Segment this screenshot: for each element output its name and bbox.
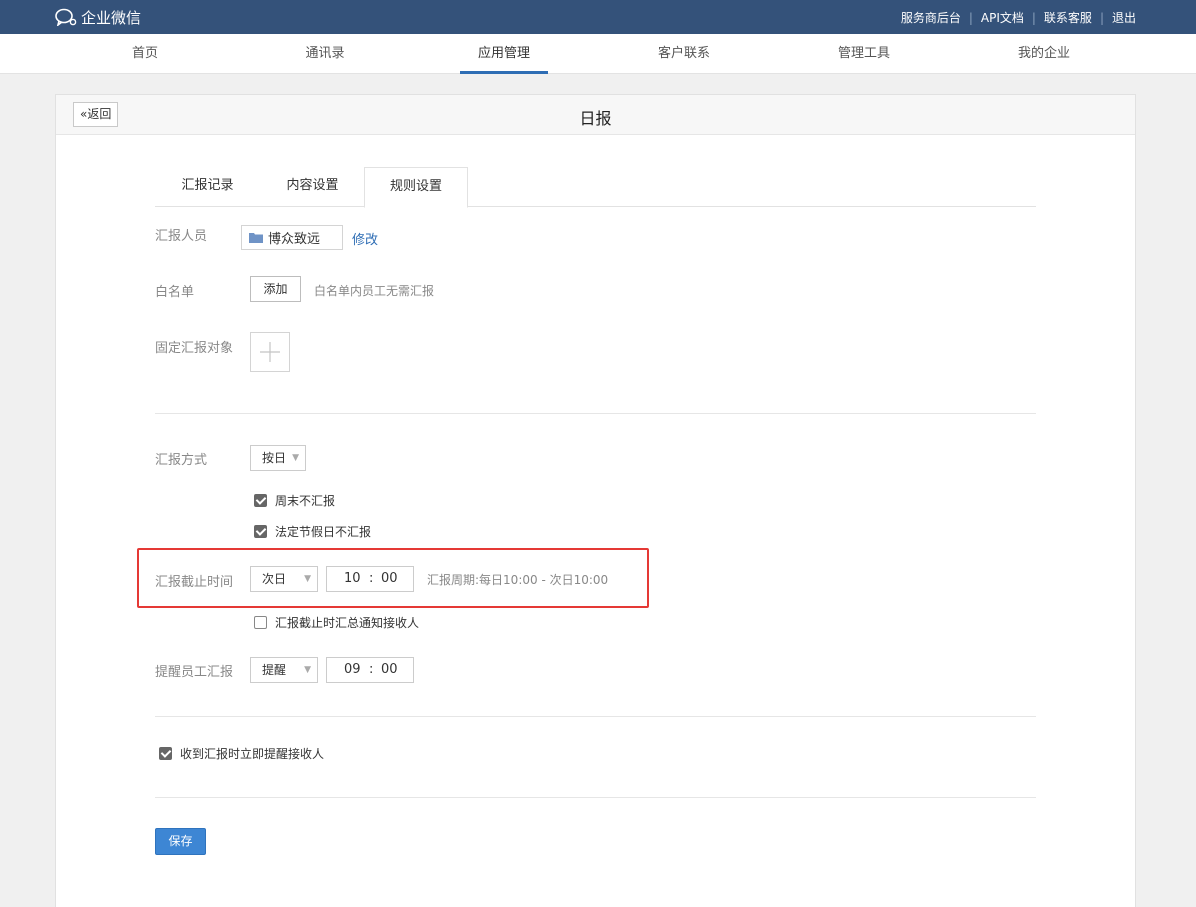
separator: | xyxy=(1099,10,1104,25)
notify-label: 汇报截止时汇总通知接收人 xyxy=(275,616,420,630)
deadline-day-select[interactable]: 次日 ▼ xyxy=(250,566,318,592)
remind-label: 提醒员工汇报 xyxy=(155,665,234,680)
link-provider-admin[interactable]: 服务商后台 xyxy=(901,9,961,26)
tab-rule-settings[interactable]: 规则设置 xyxy=(364,167,468,208)
time-colon: : xyxy=(369,662,374,677)
deadline-time-input[interactable]: 10 : 00 xyxy=(326,566,414,592)
dropdown-arrow-icon: ▼ xyxy=(304,665,311,675)
remind-select[interactable]: 提醒 ▼ xyxy=(250,657,318,683)
method-select[interactable]: 按日 ▼ xyxy=(250,445,306,471)
reporters-value: 博众致远 xyxy=(268,232,321,247)
top-links: 服务商后台 | API文档 | 联系客服 | 退出 xyxy=(901,9,1136,26)
whitelist-label: 白名单 xyxy=(155,285,195,300)
remind-minute: 00 xyxy=(381,662,398,677)
logo[interactable]: 企业微信 xyxy=(55,7,141,27)
nav-app-management[interactable]: 应用管理 xyxy=(454,34,554,74)
dropdown-arrow-icon: ▼ xyxy=(304,574,311,584)
holiday-checkbox[interactable]: 法定节假日不汇报 xyxy=(254,523,371,540)
nav-home[interactable]: 首页 xyxy=(95,34,195,74)
remind-value: 提醒 xyxy=(262,663,287,677)
deadline-label: 汇报截止时间 xyxy=(155,575,234,590)
nav-admin-tools[interactable]: 管理工具 xyxy=(814,34,914,74)
link-support[interactable]: 联系客服 xyxy=(1044,9,1092,26)
holiday-label: 法定节假日不汇报 xyxy=(275,525,372,539)
folder-icon xyxy=(249,233,263,243)
save-button[interactable]: 保存 xyxy=(155,828,206,855)
edit-reporters-link[interactable]: 修改 xyxy=(352,229,378,248)
method-value: 按日 xyxy=(262,451,287,465)
deadline-hour: 10 xyxy=(344,571,361,586)
plus-icon xyxy=(260,342,280,362)
checkbox-checked-icon xyxy=(254,494,267,507)
notify-checkbox[interactable]: 汇报截止时汇总通知接收人 xyxy=(254,614,419,631)
add-target-button[interactable] xyxy=(250,332,290,372)
receive-checkbox[interactable]: 收到汇报时立即提醒接收人 xyxy=(159,745,324,762)
checkbox-checked-icon xyxy=(159,747,172,760)
wecom-logo-icon xyxy=(55,8,77,26)
logo-text: 企业微信 xyxy=(81,8,142,27)
top-bar: 企业微信 服务商后台 | API文档 | 联系客服 | 退出 xyxy=(0,0,1196,34)
receive-label: 收到汇报时立即提醒接收人 xyxy=(180,747,325,761)
add-whitelist-button[interactable]: 添加 xyxy=(250,276,301,302)
nav-my-company[interactable]: 我的企业 xyxy=(994,34,1094,74)
method-label: 汇报方式 xyxy=(155,453,208,468)
link-api-docs[interactable]: API文档 xyxy=(981,9,1024,26)
reporters-tag: 博众致远 xyxy=(241,225,343,250)
fixed-target-label: 固定汇报对象 xyxy=(155,341,234,356)
nav-customer-contact[interactable]: 客户联系 xyxy=(634,34,734,74)
section-divider xyxy=(155,797,1036,798)
checkbox-checked-icon xyxy=(254,525,267,538)
tab-content-settings[interactable]: 内容设置 xyxy=(260,167,365,207)
page-title: 日报 xyxy=(579,109,612,128)
main-nav: 首页 通讯录 应用管理 客户联系 管理工具 我的企业 xyxy=(0,34,1196,74)
section-divider xyxy=(155,716,1036,717)
nav-contacts[interactable]: 通讯录 xyxy=(275,34,375,74)
whitelist-hint: 白名单内员工无需汇报 xyxy=(314,284,435,298)
checkbox-unchecked-icon xyxy=(254,616,267,629)
deadline-minute: 00 xyxy=(381,571,398,586)
weekend-checkbox[interactable]: 周末不汇报 xyxy=(254,492,335,509)
time-colon: : xyxy=(369,571,374,586)
content-panel: «返回 日报 汇报记录 内容设置 规则设置 汇报人员 博众致远 修改 白名单 添… xyxy=(55,94,1136,907)
tab-report-records[interactable]: 汇报记录 xyxy=(155,167,260,207)
separator: | xyxy=(968,10,973,25)
remind-hour: 09 xyxy=(344,662,361,677)
tab-bar: 汇报记录 内容设置 规则设置 xyxy=(155,167,1036,208)
panel-header: «返回 日报 xyxy=(56,95,1135,135)
dropdown-arrow-icon: ▼ xyxy=(292,453,299,463)
weekend-label: 周末不汇报 xyxy=(275,494,336,508)
remind-time-input[interactable]: 09 : 00 xyxy=(326,657,414,683)
section-divider xyxy=(155,413,1036,414)
deadline-hint: 汇报周期:每日10:00 - 次日10:00 xyxy=(427,573,609,587)
link-logout[interactable]: 退出 xyxy=(1112,9,1136,26)
separator: | xyxy=(1031,10,1036,25)
reporters-label: 汇报人员 xyxy=(155,229,208,244)
deadline-day-value: 次日 xyxy=(262,572,287,586)
